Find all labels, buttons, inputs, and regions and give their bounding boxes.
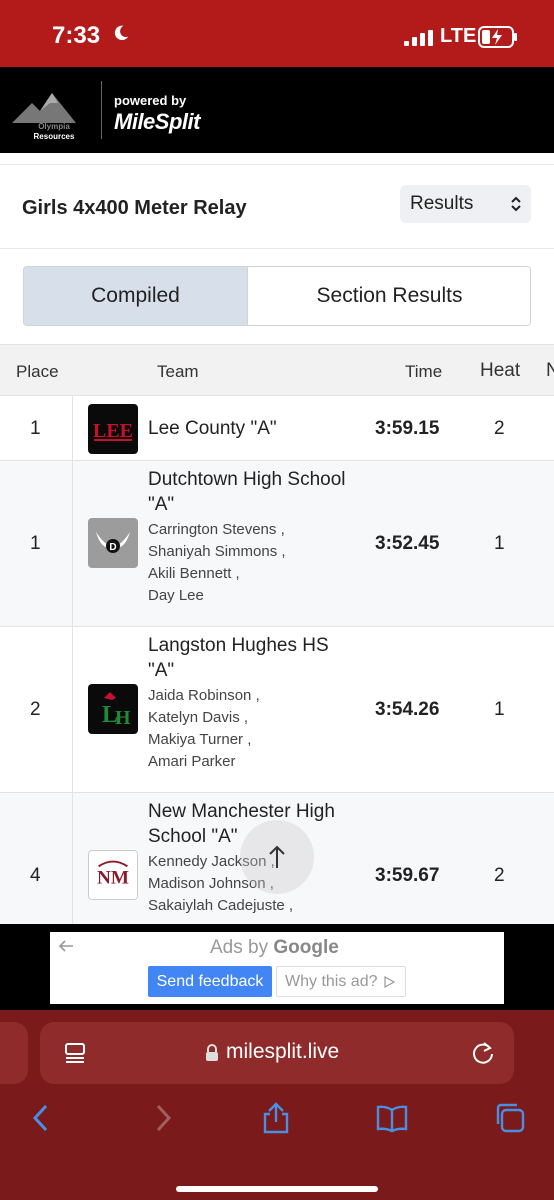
row-place: 2 — [30, 699, 41, 720]
athlete-name[interactable]: Jaida Robinson , — [148, 685, 358, 707]
moon-icon — [114, 25, 129, 41]
row-athletes: Carrington Stevens , Shaniyah Simmons , … — [148, 519, 358, 607]
signal-icon — [404, 30, 433, 46]
lee-county-logo: LEE — [88, 404, 138, 454]
dutchtown-logo: D — [88, 518, 138, 568]
athlete-name[interactable]: Amari Parker — [148, 751, 358, 773]
send-feedback-button[interactable]: Send feedback — [148, 966, 272, 997]
previous-tab-stub[interactable] — [0, 1022, 28, 1084]
reader-icon[interactable] — [64, 1042, 86, 1064]
row-heat: 2 — [494, 418, 505, 439]
arrow-left-icon[interactable] — [58, 938, 74, 954]
new-manchester-logo: NM — [88, 850, 138, 900]
table-row[interactable]: 2 L H Langston Hughes HS "A" Jaida Robin… — [0, 627, 554, 793]
row-time: 3:59.15 — [375, 418, 440, 439]
athlete-name[interactable]: Sakaiylah Cadejuste , — [148, 895, 358, 917]
site-header: Olympia Resources powered by MileSplit — [0, 67, 554, 153]
row-place: 1 — [30, 533, 41, 554]
column-divider — [72, 627, 73, 792]
milesplit-logo[interactable]: MileSplit — [114, 109, 200, 135]
header-heat[interactable]: Heat — [480, 360, 520, 382]
powered-by-text: powered by — [114, 93, 187, 108]
athlete-name[interactable]: Day Lee — [148, 585, 358, 607]
olympia-resources-logo[interactable]: Olympia Resources — [10, 81, 98, 141]
view-select[interactable]: Results — [400, 185, 531, 223]
ad-box: Ads by Google Send feedback Why this ad? — [50, 932, 504, 1004]
table-header: Place Team Time Heat N — [0, 344, 554, 396]
home-indicator[interactable] — [176, 1186, 378, 1192]
column-divider — [72, 396, 73, 460]
column-divider — [72, 793, 73, 924]
svg-text:H: H — [115, 707, 131, 729]
table-row[interactable]: 1 LEE Lee County "A" 3:59.15 2 — [0, 396, 554, 461]
row-athletes: Jaida Robinson , Katelyn Davis , Makiya … — [148, 685, 358, 773]
browser-toolbar: milesplit.live — [0, 1010, 554, 1200]
tab-section-results[interactable]: Section Results — [248, 267, 530, 325]
event-title: Girls 4x400 Meter Relay — [22, 197, 247, 219]
address-bar[interactable]: milesplit.live — [40, 1022, 514, 1084]
svg-text:D: D — [109, 542, 116, 553]
status-bar: 7:33 LTE — [0, 0, 554, 67]
bookmarks-icon[interactable] — [376, 1102, 408, 1134]
header-team[interactable]: Team — [157, 362, 199, 382]
reload-icon[interactable] — [470, 1040, 496, 1066]
tabs-icon[interactable] — [494, 1102, 526, 1134]
header-place[interactable]: Place — [16, 362, 59, 382]
svg-text:LEE: LEE — [93, 420, 133, 442]
forward-icon[interactable] — [146, 1102, 178, 1134]
row-place: 1 — [30, 418, 41, 439]
row-heat: 1 — [494, 533, 505, 554]
chevron-up-down-icon — [511, 196, 521, 212]
row-team[interactable]: Lee County "A" — [148, 416, 358, 441]
tab-compiled[interactable]: Compiled — [24, 267, 248, 325]
row-place: 4 — [30, 865, 41, 886]
row-time: 3:59.67 — [375, 865, 440, 886]
row-time: 3:52.45 — [375, 533, 440, 554]
table-row[interactable]: 1 D Dutchtown High School "A" Carrington… — [0, 461, 554, 627]
url-text: milesplit.live — [226, 1040, 340, 1063]
athlete-name[interactable]: Akili Bennett , — [148, 563, 358, 585]
back-icon[interactable] — [26, 1102, 58, 1134]
results-tabs: Compiled Section Results — [23, 266, 531, 326]
why-this-ad-button[interactable]: Why this ad? — [276, 966, 406, 997]
svg-text:Olympia: Olympia — [38, 122, 70, 131]
why-this-ad-label: Why this ad? — [285, 973, 378, 990]
arrow-up-icon — [269, 845, 285, 868]
column-divider — [72, 461, 73, 626]
header-divider — [101, 81, 102, 139]
ad-banner: Ads by Google Send feedback Why this ad? — [0, 924, 554, 1010]
header-time[interactable]: Time — [405, 362, 442, 382]
event-header: Girls 4x400 Meter Relay Results — [0, 165, 554, 249]
divider — [0, 153, 554, 165]
svg-text:Resources: Resources — [34, 132, 75, 141]
row-team[interactable]: Langston Hughes HS "A" — [148, 633, 358, 683]
carrier-label: LTE — [440, 25, 477, 47]
view-select-value: Results — [410, 193, 474, 214]
scroll-to-top-button[interactable] — [240, 820, 314, 894]
athlete-name[interactable]: Makiya Turner , — [148, 729, 358, 751]
google-text: Google — [273, 937, 339, 958]
battery-charging-icon — [478, 26, 517, 48]
athlete-name[interactable]: Shaniyah Simmons , — [148, 541, 358, 563]
row-team[interactable]: Dutchtown High School "A" — [148, 467, 358, 517]
ads-by-text: Ads by — [210, 937, 269, 958]
ads-by-google: Ads by Google — [210, 937, 339, 959]
header-overflow: N — [546, 360, 554, 381]
lock-icon — [206, 1044, 218, 1061]
athlete-name[interactable]: Carrington Stevens , — [148, 519, 358, 541]
langston-hughes-logo: L H — [88, 684, 138, 734]
athlete-name[interactable]: Katelyn Davis , — [148, 707, 358, 729]
status-time: 7:33 — [52, 22, 101, 49]
svg-text:NM: NM — [97, 868, 129, 889]
row-time: 3:54.26 — [375, 699, 440, 720]
play-icon — [384, 976, 395, 988]
row-heat: 2 — [494, 865, 505, 886]
share-icon[interactable] — [260, 1102, 292, 1134]
row-heat: 1 — [494, 699, 505, 720]
